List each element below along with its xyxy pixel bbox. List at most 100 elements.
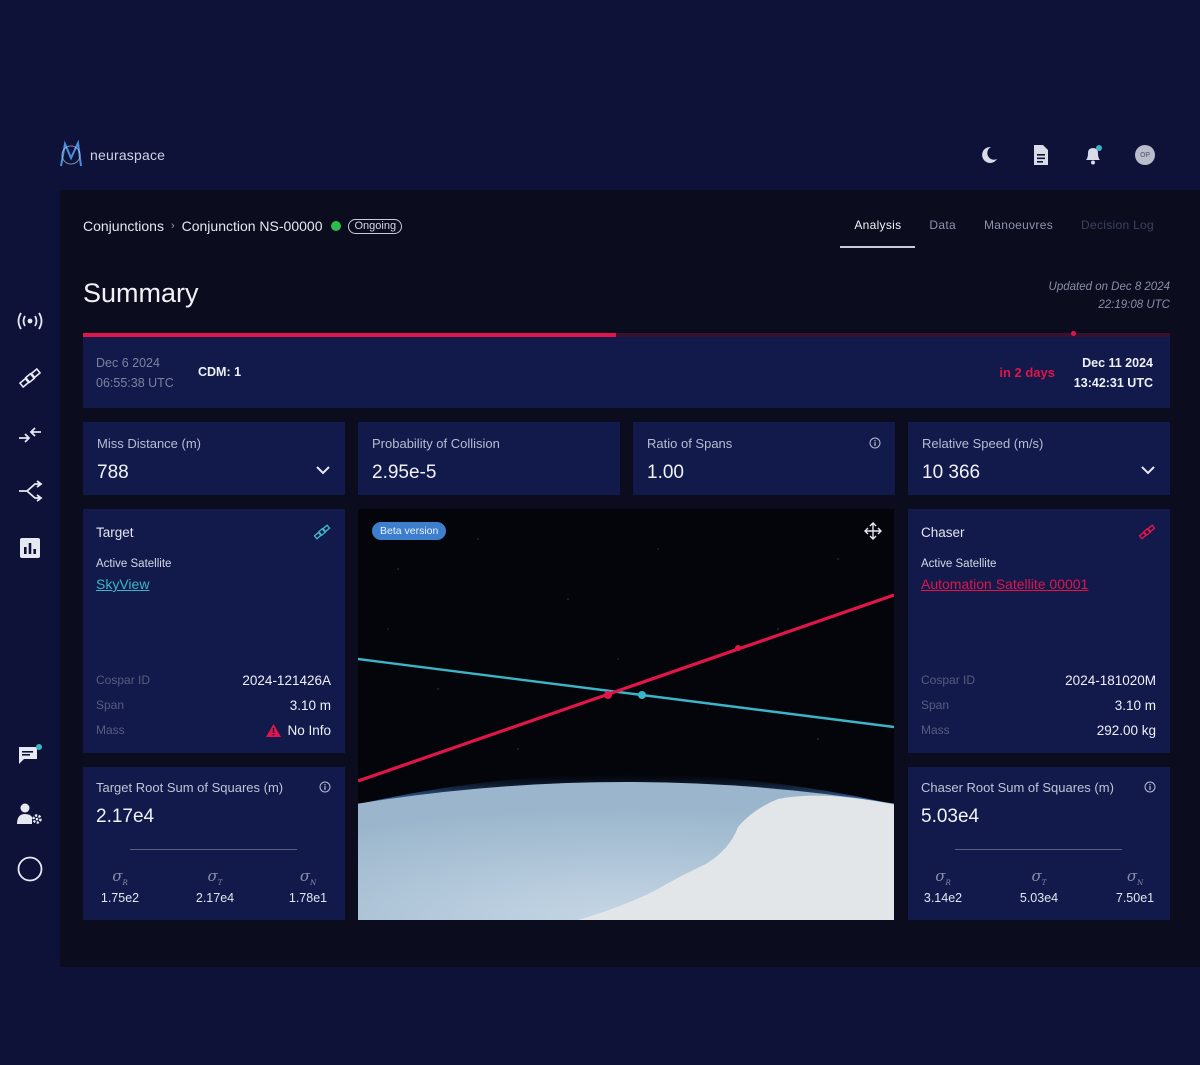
user-gear-icon: [17, 803, 42, 824]
sidebar-item-profile[interactable]: [16, 856, 44, 882]
orbit-scene: [358, 509, 894, 920]
tab-manoeuvres[interactable]: Manoeuvres: [970, 210, 1067, 248]
expand-icon[interactable]: [864, 522, 882, 540]
info-icon[interactable]: [869, 437, 881, 449]
chaser-title: Chaser: [921, 525, 965, 540]
documents-button[interactable]: [1030, 144, 1052, 166]
chaser-name-link[interactable]: Automation Satellite 00001: [921, 576, 1088, 592]
sidebar-item-manoeuvres[interactable]: [16, 423, 44, 447]
chaser-span-row: Span 3.10 m: [921, 698, 1156, 713]
target-cospar-label: Cospar ID: [96, 673, 151, 687]
miss-distance-card[interactable]: Miss Distance (m) 788: [83, 422, 345, 495]
miss-distance-label: Miss Distance (m): [97, 436, 202, 451]
target-span-value: 3.10 m: [289, 698, 331, 713]
sigma-r-symbol: σR: [112, 867, 128, 887]
timeline-start: Dec 6 2024 06:55:38 UTC: [96, 353, 174, 393]
chaser-span-label: Span: [921, 698, 950, 712]
breadcrumb-conjunctions[interactable]: Conjunctions: [83, 218, 164, 234]
chaser-sigma-t: σT 5.03e4: [1004, 867, 1074, 905]
tab-bar: Analysis Data Manoeuvres Decision Log: [840, 210, 1168, 248]
orbit-3d-viewer[interactable]: Beta version: [358, 509, 894, 920]
chaser-cospar-row: Cospar ID 2024-181020M: [921, 673, 1156, 688]
info-icon[interactable]: [1144, 781, 1156, 793]
beta-badge: Beta version: [372, 522, 447, 540]
updated-time: 22:19:08 UTC: [1098, 299, 1170, 311]
satellite-icon: [18, 367, 42, 389]
target-sigma-t-value: 2.17e4: [195, 891, 235, 905]
relative-speed-value: 10 366: [922, 462, 981, 483]
sidebar-item-routes[interactable]: [16, 479, 44, 503]
sidebar-item-conjunctions[interactable]: [16, 309, 44, 333]
page-title: Summary: [83, 278, 199, 308]
sigma-r-symbol: σR: [935, 867, 951, 887]
sidebar: [0, 0, 60, 1065]
timeline-end-time: 13:42:31 UTC: [1073, 376, 1153, 390]
target-sigma-r-value: 1.75e2: [100, 891, 140, 905]
target-cospar-row: Cospar ID 2024-121426A: [96, 673, 331, 688]
rss-divider: [955, 849, 1122, 850]
dark-mode-toggle[interactable]: [978, 144, 1000, 166]
target-mass-row: Mass No Info: [96, 723, 331, 738]
target-mass-label: Mass: [96, 723, 125, 737]
cdm-count: CDM: 1: [198, 365, 242, 379]
topbar-actions: OP: [978, 144, 1156, 166]
split-arrows-icon: [19, 480, 43, 502]
target-mass-group: No Info: [265, 723, 331, 738]
ratio-spans-label: Ratio of Spans: [647, 436, 733, 451]
notifications-button[interactable]: [1082, 144, 1104, 166]
probability-value: 2.95e-5: [372, 462, 437, 483]
chaser-rss-value: 5.03e4: [921, 806, 980, 827]
chevron-down-icon[interactable]: [1140, 464, 1156, 476]
chaser-sigma-r: σR 3.14e2: [908, 867, 978, 905]
target-cospar-value: 2024-121426A: [242, 673, 331, 688]
chaser-cospar-value: 2024-181020M: [1065, 673, 1156, 688]
probability-label: Probability of Collision: [372, 436, 500, 451]
brand-logo[interactable]: neuraspace: [58, 140, 165, 170]
timeline-bar: Dec 6 2024 06:55:38 UTC CDM: 1 in 2 days…: [83, 337, 1170, 408]
chaser-mass-row: Mass 292.00 kg: [921, 723, 1156, 738]
target-title: Target: [96, 525, 134, 540]
status-badge: Ongoing: [348, 218, 403, 234]
target-sigma-n-value: 1.78e1: [288, 891, 328, 905]
target-sigma-r: σR 1.75e2: [85, 867, 155, 905]
sigma-n-symbol: σN: [1126, 867, 1144, 887]
breadcrumb-separator-icon: ›: [170, 220, 175, 232]
chaser-card: Chaser Active Satellite Automation Satel…: [908, 509, 1170, 753]
info-icon[interactable]: [319, 781, 331, 793]
chevron-down-icon[interactable]: [315, 464, 331, 476]
target-rss-label: Target Root Sum of Squares (m): [96, 780, 284, 795]
chaser-rss-card: Chaser Root Sum of Squares (m) 5.03e4 σR…: [908, 767, 1170, 920]
broadcast-icon: [17, 312, 43, 330]
main-panel: Conjunctions › Conjunction NS-00000 Ongo…: [60, 190, 1200, 967]
sigma-t-symbol: σT: [207, 867, 223, 887]
target-sigma-t: σT 2.17e4: [180, 867, 250, 905]
chaser-sigma-t-value: 5.03e4: [1019, 891, 1059, 905]
chaser-mass-label: Mass: [921, 723, 950, 737]
status-dot: [331, 221, 342, 231]
target-rss-value: 2.17e4: [96, 806, 155, 827]
chaser-sigma-n-value: 7.50e1: [1115, 891, 1155, 905]
target-span-label: Span: [96, 698, 125, 712]
relative-speed-card[interactable]: Relative Speed (m/s) 10 366: [908, 422, 1170, 495]
sidebar-item-user-settings[interactable]: [16, 802, 44, 826]
avatar-circle: OP: [1135, 145, 1155, 165]
timeline-end: Dec 11 2024 13:42:31 UTC: [1074, 353, 1153, 393]
sidebar-item-satellites[interactable]: [16, 366, 44, 390]
chaser-span-value: 3.10 m: [1114, 698, 1156, 713]
tab-data[interactable]: Data: [915, 210, 970, 248]
sidebar-item-messages[interactable]: [16, 743, 44, 767]
chaser-sigma-n: σN 7.50e1: [1100, 867, 1170, 905]
miss-distance-value: 788: [97, 462, 129, 483]
moon-icon: [982, 146, 997, 163]
breadcrumb: Conjunctions › Conjunction NS-00000 Ongo…: [83, 218, 403, 234]
chaser-type: Active Satellite: [921, 558, 997, 570]
relative-speed-label: Relative Speed (m/s): [922, 436, 1044, 451]
sigma-t-symbol: σT: [1031, 867, 1047, 887]
chaser-cospar-label: Cospar ID: [921, 673, 976, 687]
sidebar-item-statistics[interactable]: [16, 536, 44, 560]
target-name-link[interactable]: SkyView: [96, 576, 149, 592]
rss-divider: [130, 849, 297, 850]
user-avatar[interactable]: OP: [1134, 144, 1156, 166]
tab-analysis[interactable]: Analysis: [840, 210, 916, 248]
neuraspace-logo-icon: [60, 140, 82, 167]
